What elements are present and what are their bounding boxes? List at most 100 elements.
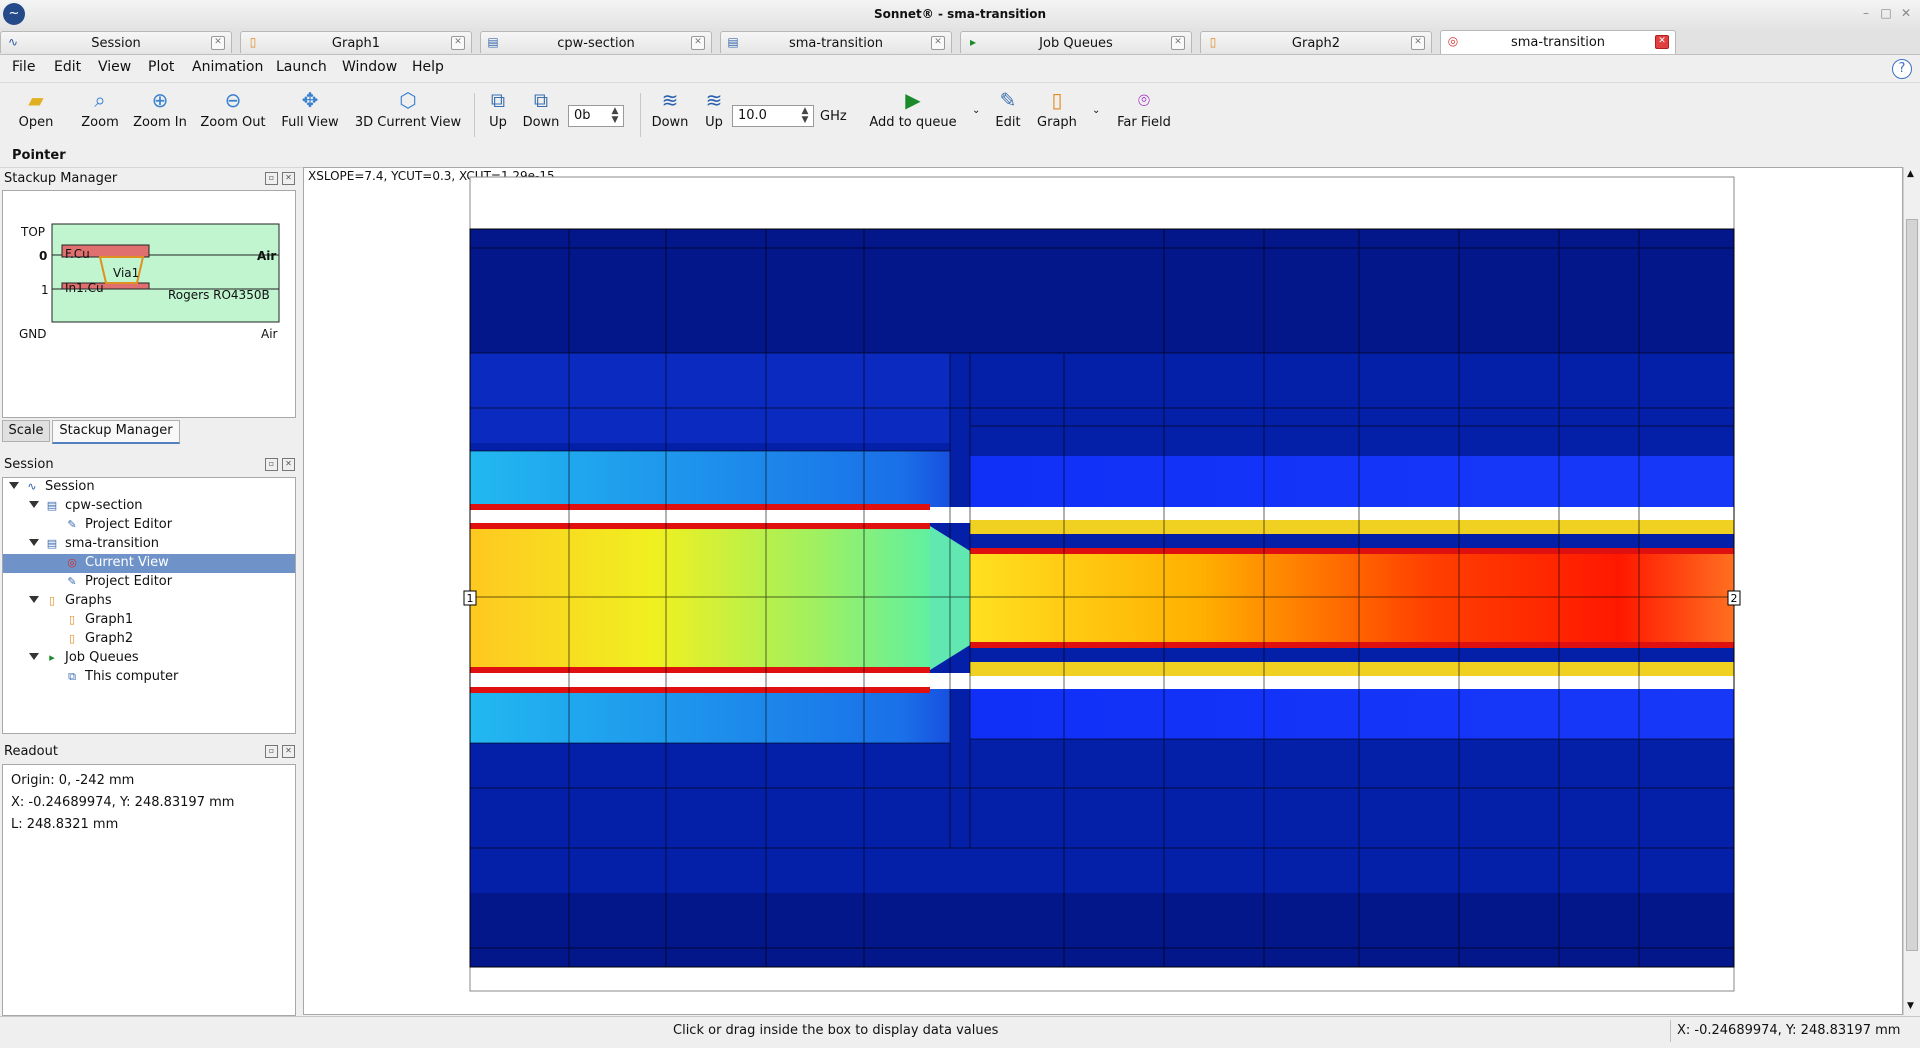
stackup-diagram[interactable]	[3, 191, 295, 341]
lower-ground-band-left	[470, 687, 950, 743]
scrollbar-thumb[interactable]	[1906, 219, 1918, 951]
tab-label: sma-transition	[1510, 35, 1606, 50]
close-tab-icon[interactable]: ✕	[211, 36, 225, 50]
tab-cpw-section[interactable]: ▤ cpw-section ✕	[480, 31, 712, 53]
vertical-scrollbar[interactable]: ▲ ▼	[1903, 167, 1920, 1015]
frequency-input[interactable]: 10.0 ▲ ▼	[732, 105, 814, 127]
readout-length: L: 248.8321 mm	[11, 817, 119, 832]
ground-region-upper-left	[470, 353, 950, 443]
expand-arrow-icon[interactable]	[9, 482, 19, 489]
maximize-icon[interactable]: □	[1878, 6, 1894, 20]
menu-plot[interactable]: Plot	[148, 59, 174, 75]
tab-sma-transition-editor[interactable]: ▤ sma-transition ✕	[720, 31, 952, 53]
tree-item-session[interactable]: ∿ Session	[3, 478, 295, 497]
undock-icon[interactable]: ▫	[265, 745, 278, 758]
tree-item-graphs[interactable]: ▯ Graphs	[3, 592, 295, 611]
close-panel-icon[interactable]: ✕	[282, 745, 295, 758]
frequency-down-button[interactable]: ≋ Down	[650, 89, 690, 141]
open-button[interactable]: ▰ Open	[14, 89, 58, 141]
expand-arrow-icon[interactable]	[29, 501, 39, 508]
editor-icon: ✎	[67, 575, 77, 588]
project-icon: ▤	[487, 35, 499, 49]
spinner-arrows-icon[interactable]: ▲ ▼	[799, 107, 811, 125]
chevron-down-icon[interactable]: ⌄	[1092, 105, 1100, 116]
readout-panel: Origin: 0, -242 mm X: -0.24689974, Y: 24…	[2, 764, 296, 1016]
graph-button[interactable]: ▯ Graph	[1036, 89, 1078, 141]
scroll-up-icon[interactable]: ▲	[1907, 169, 1914, 179]
tree-item-job-queues[interactable]: ▸ Job Queues	[3, 649, 295, 668]
frequency-up-button[interactable]: ≋ Up	[700, 89, 728, 141]
tree-item-this-computer[interactable]: ⧉ This computer	[3, 668, 295, 687]
magnifier-icon: ⌕	[94, 88, 106, 112]
current-density-plot[interactable]: 1 2	[304, 168, 1902, 1014]
level-selector[interactable]: 0b ▲ ▼	[568, 105, 624, 127]
close-tab-icon[interactable]: ✕	[691, 36, 705, 50]
port-1-label: 1	[467, 592, 474, 605]
close-tab-icon[interactable]: ✕	[451, 36, 465, 50]
tab-graph1[interactable]: ▯ Graph1 ✕	[240, 31, 472, 53]
full-view-button[interactable]: ✥ Full View	[278, 89, 342, 141]
toolbar-separator	[474, 93, 475, 137]
tab-graph2[interactable]: ▯ Graph2 ✕	[1200, 31, 1432, 53]
close-panel-icon[interactable]: ✕	[282, 458, 295, 471]
session-icon: ∿	[7, 35, 19, 49]
close-window-icon[interactable]: ✕	[1898, 6, 1914, 20]
project-icon: ▤	[727, 35, 739, 49]
center-conductor-right	[970, 551, 1734, 645]
menu-help[interactable]: Help	[412, 59, 444, 75]
level-down-button[interactable]: ⧉ Down	[520, 89, 562, 141]
zoom-button[interactable]: ⌕ Zoom	[78, 89, 122, 141]
tab-stackup-manager[interactable]: Stackup Manager	[52, 420, 180, 444]
undock-icon[interactable]: ▫	[265, 458, 278, 471]
close-tab-icon[interactable]: ✕	[1655, 35, 1669, 49]
current-density-view[interactable]: XSLOPE=7.4, YCUT=0.3, XCUT=1.29e-15 1 2	[303, 167, 1903, 1015]
play-em-icon: ▶	[905, 88, 921, 112]
frequency-up-icon: ≋	[705, 88, 723, 112]
tab-sma-transition-current-view[interactable]: ◎ sma-transition ✕	[1440, 30, 1676, 54]
zoom-out-button[interactable]: ⊖ Zoom Out	[198, 89, 268, 141]
close-tab-icon[interactable]: ✕	[1171, 36, 1185, 50]
close-tab-icon[interactable]: ✕	[931, 36, 945, 50]
toolbar: ▰ Open ⌕ Zoom ⊕ Zoom In ⊖ Zoom Out ✥ Ful…	[0, 82, 1920, 146]
tree-item-current-view[interactable]: ◎ Current View	[3, 554, 295, 573]
zoom-in-button[interactable]: ⊕ Zoom In	[130, 89, 190, 141]
close-tab-icon[interactable]: ✕	[1411, 36, 1425, 50]
menu-file[interactable]: File	[12, 59, 35, 75]
tab-label: Job Queues	[1039, 36, 1113, 51]
minimize-icon[interactable]: –	[1858, 6, 1874, 20]
tree-item-sma-transition[interactable]: ▤ sma-transition	[3, 535, 295, 554]
tree-item-cpw-section[interactable]: ▤ cpw-section	[3, 497, 295, 516]
tab-scale[interactable]: Scale	[2, 420, 50, 442]
tab-session[interactable]: ∿ Session ✕	[0, 31, 232, 53]
tree-item-graph2[interactable]: ▯ Graph2	[3, 630, 295, 649]
expand-arrow-icon[interactable]	[29, 539, 39, 546]
undock-icon[interactable]: ▫	[265, 172, 278, 185]
edit-button[interactable]: ✎ Edit	[992, 89, 1024, 141]
add-to-queue-button[interactable]: ▶ Add to queue	[866, 89, 960, 141]
expand-arrow-icon[interactable]	[29, 653, 39, 660]
scroll-down-icon[interactable]: ▼	[1907, 1001, 1914, 1011]
menu-view[interactable]: View	[98, 59, 131, 75]
stackup-gnd-label: GND	[19, 327, 47, 341]
menu-launch[interactable]: Launch	[276, 59, 327, 75]
tree-item-graph1[interactable]: ▯ Graph1	[3, 611, 295, 630]
tree-item-project-editor[interactable]: ✎ Project Editor	[3, 516, 295, 535]
tree-item-project-editor[interactable]: ✎ Project Editor	[3, 573, 295, 592]
menu-edit[interactable]: Edit	[54, 59, 81, 75]
port-2-label: 2	[1731, 592, 1738, 605]
spinner-arrows-icon[interactable]: ▲ ▼	[609, 107, 621, 125]
menu-animation[interactable]: Animation	[192, 59, 263, 75]
help-icon[interactable]: ?	[1892, 59, 1912, 79]
level-up-button[interactable]: ⧉ Up	[484, 89, 512, 141]
level-up-icon: ⧉	[490, 88, 506, 112]
air-top-label: Air	[257, 249, 277, 263]
antenna-icon: ⌾	[1138, 88, 1150, 112]
project-icon: ▤	[46, 537, 58, 550]
expand-arrow-icon[interactable]	[29, 596, 39, 603]
chevron-down-icon[interactable]: ⌄	[972, 105, 980, 116]
far-field-button[interactable]: ⌾ Far Field	[1112, 89, 1176, 141]
tab-job-queues[interactable]: ▸ Job Queues ✕	[960, 31, 1192, 53]
3d-current-view-button[interactable]: ⬡ 3D Current View	[352, 89, 464, 141]
close-panel-icon[interactable]: ✕	[282, 172, 295, 185]
menu-window[interactable]: Window	[342, 59, 397, 75]
